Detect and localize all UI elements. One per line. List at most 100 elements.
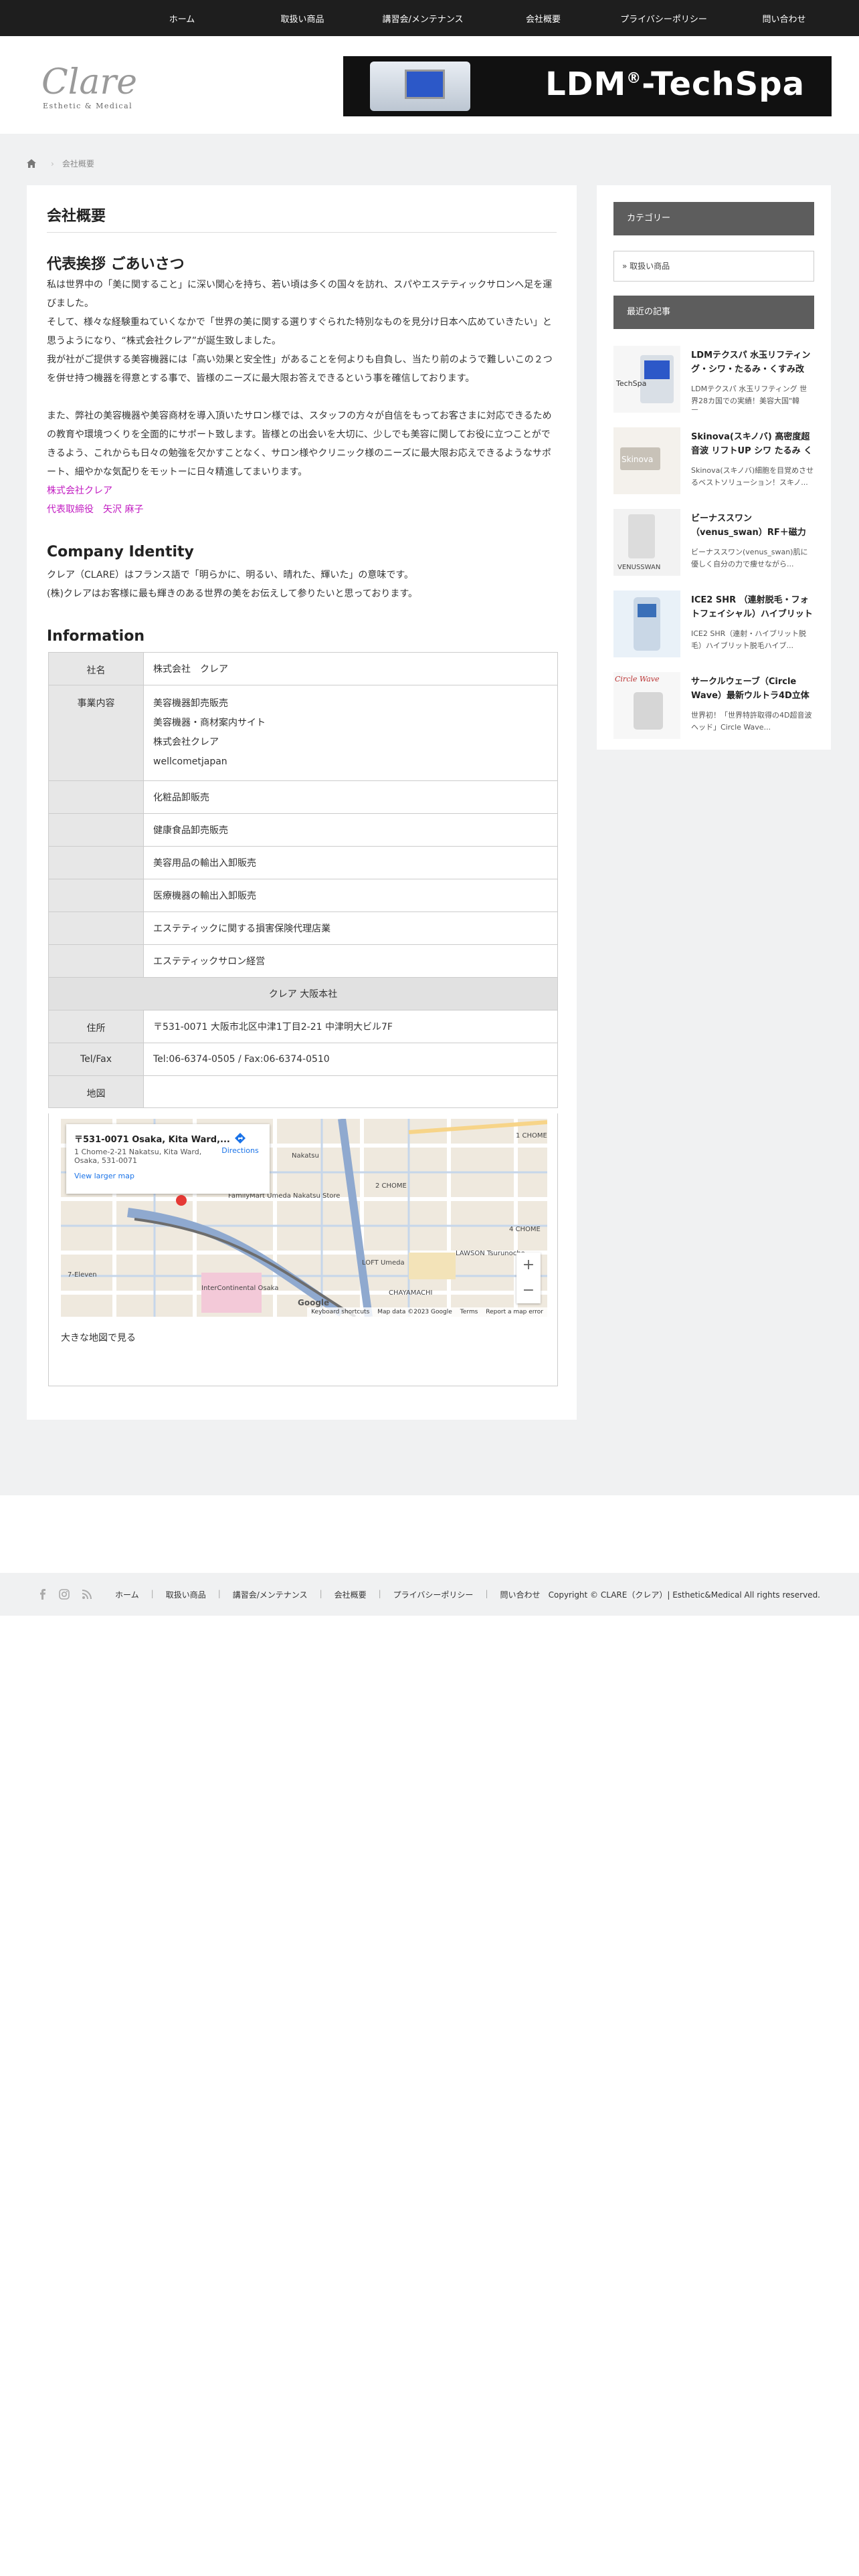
footer-link-seminar[interactable]: 講習会/メンテナンス [233, 1589, 308, 1600]
nav-item-contact[interactable]: 問い合わせ [724, 0, 844, 36]
social-icons [39, 1589, 92, 1600]
post-thumbnail[interactable]: TechSpa [613, 346, 680, 413]
footer-link-contact[interactable]: 問い合わせ [500, 1589, 540, 1600]
view-larger-map-link[interactable]: View larger map [74, 1172, 262, 1180]
identity-text: クレア（CLARE）はフランス語で「明らかに、明るい、晴れた、輝いた」の意味です… [47, 570, 417, 599]
top-navigation: ホーム 取扱い商品 講習会/メンテナンス 会社概要 プライバシーポリシー 問い合… [0, 0, 859, 36]
google-map[interactable]: Nakatsu FamilyMart Umeda Nakatsu Store 7… [61, 1119, 547, 1317]
tel-value: Tel:06-6374-0505 / Fax:06-6374-0510 [143, 1043, 558, 1076]
ldm-techspa-banner[interactable]: LDM®-TechSpa [343, 56, 832, 116]
svg-text:Clare: Clare [41, 62, 137, 102]
instagram-icon[interactable] [59, 1589, 70, 1600]
map-label: 4 CHOME [509, 1226, 541, 1233]
table-value: 医療機器の輸出入卸販売 [143, 879, 558, 912]
post-title[interactable]: LDMテクスパ 水玉リフティング・シワ・たるみ・くすみ改 [691, 348, 814, 378]
nav-item-seminar[interactable]: 講習会/メンテナンス [363, 0, 483, 36]
post-thumbnail[interactable]: Circle Wave [613, 672, 680, 739]
map-label: Nakatsu [292, 1152, 319, 1160]
keyboard-shortcuts-link[interactable]: Keyboard shortcuts [311, 1309, 369, 1315]
footer-link-products[interactable]: 取扱い商品 [166, 1589, 206, 1600]
table-row: クレア 大阪本社 [48, 977, 558, 1010]
nav-item-company[interactable]: 会社概要 [483, 0, 603, 36]
table-row: 医療機器の輸出入卸販売 [48, 879, 558, 912]
map-attribution: Keyboard shortcuts Map data ©2023 Google… [307, 1307, 547, 1317]
map-card-line: Osaka, 531-0071 [74, 1156, 137, 1165]
office-header: クレア 大阪本社 [48, 977, 558, 1010]
svg-text:Skinova: Skinova [622, 455, 653, 464]
category-item-products[interactable]: » 取扱い商品 [613, 251, 814, 282]
footer-link-home[interactable]: ホーム [115, 1589, 139, 1600]
post-excerpt: Skinova(スキノバ)細胞を目覚めさせるベストソリューション！スキノ... [691, 466, 814, 487]
map-label: LAWSON Tsurunocho [456, 1250, 525, 1257]
recent-post[interactable]: Skinova Skinova(スキノバ) 高密度超音波 リフトUP シワ たる… [613, 427, 814, 494]
company-name-signature: 株式会社クレア [47, 486, 112, 496]
map-label: InterContinental Osaka [201, 1285, 279, 1292]
footer-navigation: ホーム | 取扱い商品 | 講習会/メンテナンス | 会社概要 | プライバシー… [115, 1589, 541, 1600]
post-thumbnail[interactable]: Skinova [613, 427, 680, 494]
business-item[interactable]: 株式会社クレア [153, 733, 548, 752]
post-title[interactable]: ビーナススワン（venus_swan）RF＋磁力 [691, 512, 814, 541]
facebook-icon[interactable] [39, 1589, 47, 1600]
business-list: 美容機器卸売販売 美容機器・商材案内サイト 株式会社クレア wellcometj… [143, 685, 558, 781]
address-value: 〒531-0071 大阪市北区中津1丁目2-21 中津明大ビル7F [143, 1010, 558, 1043]
map-data-text: Map data ©2023 Google [377, 1309, 452, 1315]
table-row: 美容用品の輸出入卸販売 [48, 846, 558, 879]
post-thumbnail[interactable]: VENUSSWAN [613, 509, 680, 576]
recent-posts-heading: 最近の記事 [613, 296, 814, 329]
table-label: 社名 [48, 652, 144, 685]
directions-button[interactable]: Directions [221, 1132, 259, 1155]
page-title: 会社概要 [47, 208, 106, 225]
map-cell: Nakatsu FamilyMart Umeda Nakatsu Store 7… [48, 1113, 558, 1386]
identity-heading: Company Identity [47, 544, 194, 560]
site-header: Clare Esthetic & Medical LDM®-TechSpa [0, 36, 859, 134]
table-row: 住所 〒531-0071 大阪市北区中津1丁目2-21 中津明大ビル7F [48, 1010, 558, 1043]
footer-link-company[interactable]: 会社概要 [335, 1589, 367, 1600]
recent-post[interactable]: VENUSSWAN ビーナススワン（venus_swan）RF＋磁力 ビーナスス… [613, 509, 814, 576]
terms-link[interactable]: Terms [460, 1309, 478, 1315]
footer-link-privacy[interactable]: プライバシーポリシー [393, 1589, 474, 1600]
business-item[interactable]: 美容機器卸売販売 [153, 694, 548, 714]
larger-map-link[interactable]: 大きな地図で見る [61, 1331, 136, 1344]
information-heading: Information [47, 628, 145, 645]
site-logo[interactable]: Clare Esthetic & Medical [40, 56, 140, 115]
business-item[interactable]: 美容機器・商材案内サイト [153, 714, 548, 733]
post-title[interactable]: サークルウェーブ（Circle Wave）最新ウルトラ4D立体 [691, 675, 814, 704]
greeting-heading: 代表挨拶 ごあいさつ [47, 256, 185, 273]
breadcrumb-current: 会社概要 [62, 159, 94, 169]
post-excerpt: ICE2 SHR（連射・ハイブリット脱毛）ハイブリット脱毛ハイブ... [691, 629, 807, 650]
table-label: Tel/Fax [48, 1043, 144, 1076]
svg-text:Esthetic & Medical: Esthetic & Medical [43, 102, 132, 110]
category-heading: カテゴリー [613, 202, 814, 235]
home-icon[interactable] [27, 159, 36, 168]
post-title[interactable]: Skinova(スキノバ) 高密度超音波 リフトUP シワ たるみ く [691, 430, 814, 459]
map-label: 1 CHOME [516, 1132, 547, 1140]
nav-item-products[interactable]: 取扱い商品 [242, 0, 363, 36]
banner-title: LDM®-TechSpa [545, 66, 805, 103]
svg-text:Circle Wave: Circle Wave [615, 675, 660, 683]
post-thumbnail[interactable] [613, 591, 680, 657]
table-value: エステティックサロン経営 [143, 944, 558, 978]
table-row: 事業内容 美容機器卸売販売 美容機器・商材案内サイト 株式会社クレア wellc… [48, 685, 558, 781]
business-item[interactable]: wellcometjapan [153, 752, 548, 772]
title-divider [47, 232, 557, 233]
svg-text:TechSpa: TechSpa [615, 379, 646, 388]
post-excerpt: 世界初！「世界特許取得の4D超音波ヘッド」Circle Wave... [691, 711, 812, 732]
table-value: 株式会社 クレア [143, 652, 558, 685]
nav-item-home[interactable]: ホーム [122, 0, 242, 36]
report-error-link[interactable]: Report a map error [486, 1309, 543, 1315]
recent-post[interactable]: Circle Wave サークルウェーブ（Circle Wave）最新ウルトラ4… [613, 672, 814, 739]
zoom-in-button[interactable]: + [516, 1253, 541, 1278]
post-excerpt: LDMテクスパ 水玉リフティング 世界28カ国での実績！美容大国"韓国"で [691, 385, 807, 410]
zoom-out-button[interactable]: − [516, 1278, 541, 1303]
site-footer: ホーム | 取扱い商品 | 講習会/メンテナンス | 会社概要 | プライバシー… [0, 1573, 859, 1616]
post-title[interactable]: ICE2 SHR （連射脱毛・フォトフェイシャル）ハイブリット [691, 593, 814, 623]
recent-post[interactable]: TechSpa LDMテクスパ 水玉リフティング・シワ・たるみ・くすみ改 LDM… [613, 346, 814, 413]
recent-post[interactable]: ICE2 SHR （連射脱毛・フォトフェイシャル）ハイブリット ICE2 SHR… [613, 591, 814, 657]
table-label: 地図 [48, 1075, 144, 1108]
ceo-signature: 代表取締役 矢沢 麻子 [47, 504, 144, 515]
map-info-card: 〒531-0071 Osaka, Kita Ward,... 1 Chome-2… [66, 1124, 270, 1194]
rss-icon[interactable] [82, 1589, 92, 1600]
table-value: 美容用品の輸出入卸販売 [143, 846, 558, 879]
nav-item-privacy[interactable]: プライバシーポリシー [603, 0, 724, 36]
map-label: 7-Eleven [68, 1271, 97, 1279]
